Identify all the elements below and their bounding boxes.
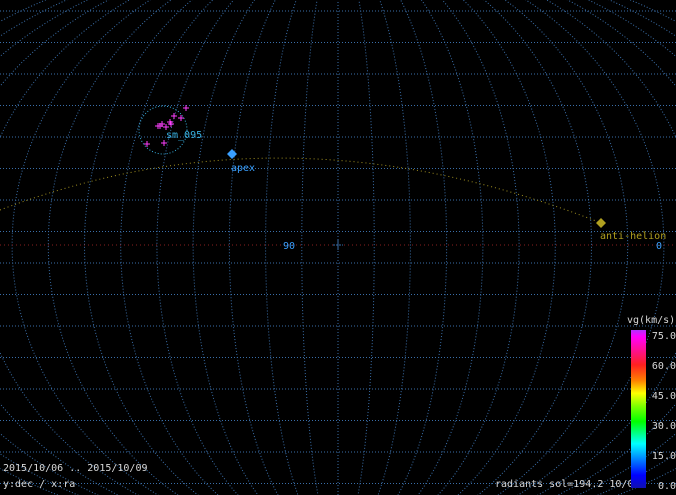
apex-marker-icon[interactable] bbox=[227, 149, 237, 159]
legend-tick: 30.0 bbox=[651, 421, 676, 432]
grid-meridian-line bbox=[357, 0, 375, 495]
anti-helion-marker-icon[interactable] bbox=[596, 218, 606, 228]
status-text: radiants sol=194.2 10/08 bbox=[495, 479, 640, 490]
grid-meridian-line bbox=[0, 0, 60, 495]
sky-map[interactable]: sm_095 apex anti-helion 90 0 bbox=[0, 0, 676, 495]
legend-tick: 0.0 bbox=[657, 481, 676, 492]
date-range-text: 2015/10/06 .. 2015/10/09 bbox=[3, 463, 148, 474]
ecliptic-line bbox=[0, 157, 602, 224]
ra-0-label: 0 bbox=[656, 241, 662, 252]
legend-tick: 15.0 bbox=[651, 451, 676, 462]
legend-tick: 75.0 bbox=[651, 331, 676, 342]
grid-meridian-line bbox=[0, 0, 80, 495]
axes-description-text: y:dec / x:ra bbox=[3, 479, 76, 490]
radiant-label: sm_095 bbox=[166, 130, 202, 141]
legend-tick: 60.0 bbox=[651, 361, 676, 372]
radiant-point-marker bbox=[171, 113, 177, 119]
radiant-point-marker bbox=[178, 115, 184, 121]
apex-label: apex bbox=[231, 163, 255, 174]
legend-tick: 45.0 bbox=[651, 391, 676, 402]
legend-title: vg(km/s) bbox=[627, 315, 676, 326]
velocity-colorbar bbox=[631, 330, 646, 488]
ra-90-label: 90 bbox=[283, 241, 295, 252]
grid-meridian-line bbox=[301, 0, 319, 495]
